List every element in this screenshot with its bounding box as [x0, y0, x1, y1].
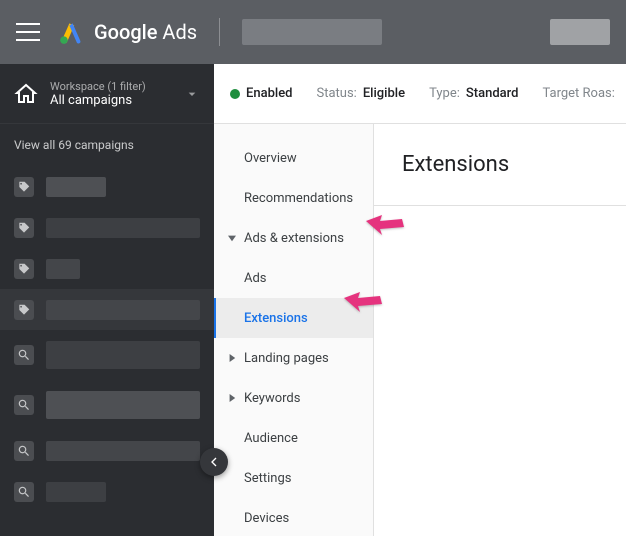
hamburger-icon[interactable] [16, 23, 40, 41]
tag-icon [14, 177, 34, 197]
list-item[interactable] [0, 248, 214, 289]
list-item[interactable] [0, 380, 214, 430]
search-icon [14, 395, 34, 415]
workspace-campaigns-label: All campaigns [50, 93, 172, 108]
section-nav: Enabled Status: Eligible Type: Standard … [214, 64, 374, 536]
content-body [374, 205, 626, 536]
header-divider [219, 18, 220, 46]
annotation-arrow-icon [342, 290, 382, 312]
status-status: Status: Eligible [317, 86, 406, 101]
redacted [46, 391, 200, 419]
list-item[interactable] [0, 289, 214, 330]
redacted [46, 482, 106, 502]
page-title: Extensions [374, 124, 626, 205]
tag-icon [14, 300, 34, 320]
list-item[interactable] [0, 207, 214, 248]
redacted [46, 441, 200, 461]
redacted [46, 259, 80, 279]
home-icon [14, 82, 38, 106]
top-header: Google Ads [0, 0, 626, 64]
chevron-down-icon [184, 86, 200, 102]
main-area: Workspace (1 filter) All campaigns View … [0, 64, 626, 536]
search-icon [14, 482, 34, 502]
redacted [46, 218, 200, 238]
nav-devices[interactable]: Devices [214, 498, 373, 536]
nav-keywords[interactable]: Keywords [214, 378, 373, 418]
caret-down-icon [228, 234, 236, 242]
header-redacted-b [550, 19, 610, 45]
status-type: Type: Standard [429, 86, 518, 101]
logo-text: Google Ads [94, 20, 197, 44]
caret-right-icon [228, 394, 236, 402]
nav-recommendations[interactable]: Recommendations [214, 178, 373, 218]
tag-icon [14, 218, 34, 238]
collapse-sidebar-button[interactable] [200, 448, 228, 476]
redacted [46, 177, 106, 197]
tag-icon [14, 259, 34, 279]
search-icon [14, 345, 34, 365]
list-item[interactable] [0, 330, 214, 380]
status-target: Target Roas: [542, 86, 614, 101]
nav-overview[interactable]: Overview [214, 138, 373, 178]
nav-list: Overview Recommendations Ads & extension… [214, 124, 373, 536]
content-pane: Extensions [374, 64, 626, 536]
workspace-filter-label: Workspace (1 filter) [50, 80, 172, 93]
google-ads-logo[interactable]: Google Ads [58, 19, 197, 45]
redacted [46, 341, 200, 369]
left-sidebar: Workspace (1 filter) All campaigns View … [0, 64, 214, 536]
nav-settings[interactable]: Settings [214, 458, 373, 498]
nav-landing-pages[interactable]: Landing pages [214, 338, 373, 378]
caret-right-icon [228, 354, 236, 362]
workspace-selector[interactable]: Workspace (1 filter) All campaigns [0, 64, 214, 124]
list-item[interactable] [0, 166, 214, 207]
nav-audience[interactable]: Audience [214, 418, 373, 458]
search-icon [14, 441, 34, 461]
list-item[interactable] [0, 471, 214, 512]
campaign-list [0, 162, 214, 512]
status-enabled[interactable]: Enabled [230, 86, 293, 101]
status-bar: Enabled Status: Eligible Type: Standard … [214, 64, 626, 124]
annotation-arrow-icon [364, 213, 404, 235]
nav-ads-extensions[interactable]: Ads & extensions [214, 218, 373, 258]
list-item[interactable] [0, 430, 214, 471]
ads-logo-icon [58, 19, 84, 45]
chevron-left-icon [206, 454, 222, 470]
header-redacted-a [242, 19, 382, 45]
status-dot-icon [230, 89, 240, 99]
view-all-campaigns[interactable]: View all 69 campaigns [0, 124, 214, 162]
redacted [46, 300, 200, 320]
